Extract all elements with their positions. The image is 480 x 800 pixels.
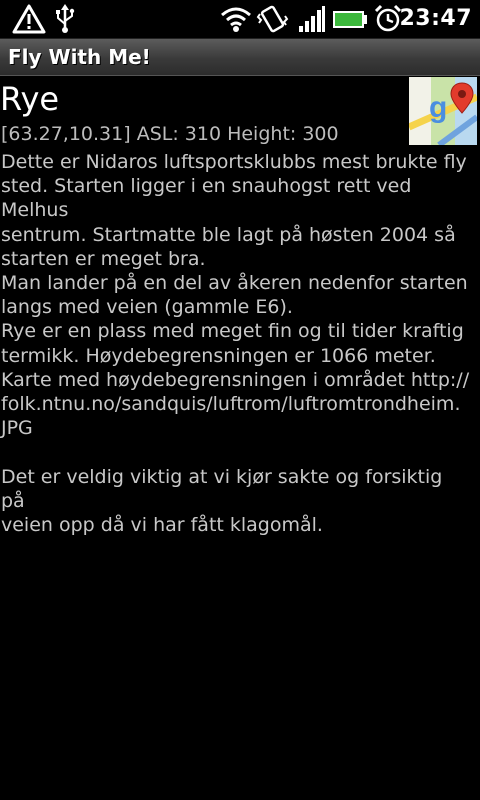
alarm-icon [374, 4, 402, 32]
place-description: Dette er Nidaros luftsportsklubbs mest b… [1, 151, 470, 537]
usb-icon [56, 4, 75, 33]
svg-text:g: g [429, 91, 447, 124]
wifi-icon [221, 7, 251, 32]
vibrate-icon [256, 5, 289, 33]
warning-icon [12, 4, 46, 34]
status-bar: 23:47 [0, 0, 480, 39]
clock: 23:47 [399, 6, 472, 31]
signal-icon [299, 6, 325, 32]
app-title-bar: Fly With Me! [0, 39, 480, 76]
app-title: Fly With Me! [8, 45, 151, 69]
google-maps-icon[interactable]: g [409, 77, 477, 145]
battery-icon [333, 11, 367, 28]
place-name: Rye [0, 80, 60, 118]
place-info: [63.27,10.31] ASL: 310 Height: 300 [1, 123, 339, 145]
